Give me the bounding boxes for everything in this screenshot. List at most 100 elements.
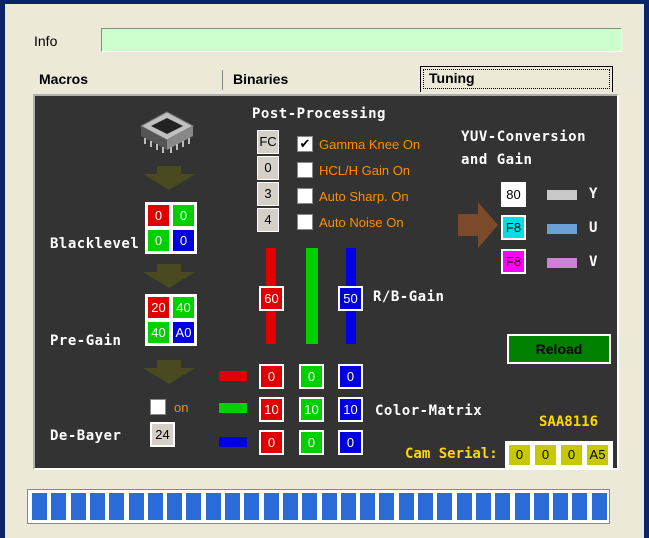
chip-icon: [139, 111, 195, 153]
progress-segment: [225, 493, 240, 520]
progress-segment: [572, 493, 588, 520]
pregain-g1[interactable]: 40: [171, 295, 196, 320]
gamma-knee-checkbox[interactable]: ✔: [297, 136, 313, 152]
tab-tuning[interactable]: Tuning: [420, 66, 613, 92]
progress-segment: [321, 493, 337, 520]
matrix-cell[interactable]: 10: [338, 397, 363, 422]
right-arrow-icon: [458, 202, 498, 248]
matrix-cell[interactable]: 0: [338, 430, 363, 455]
reload-button[interactable]: Reload: [507, 334, 611, 364]
blacklevel-b[interactable]: 0: [171, 228, 196, 253]
blacklevel-g2[interactable]: 0: [146, 228, 171, 253]
progress-segment: [89, 493, 105, 520]
pp-code-1[interactable]: 0: [257, 156, 279, 180]
cam-serial-byte[interactable]: 0: [533, 443, 558, 467]
progress-segment: [186, 493, 202, 520]
pp-code-3[interactable]: 4: [257, 208, 279, 232]
progress-segment: [302, 493, 318, 520]
matrix-cell[interactable]: 10: [299, 397, 324, 422]
tab-binaries-label: Binaries: [233, 71, 289, 87]
matrix-blue-indicator: [219, 437, 247, 447]
progress-segment: [340, 493, 356, 520]
gamma-knee-label: Gamma Knee On: [319, 137, 421, 152]
yuv-title-line1: YUV-Conversion: [461, 129, 587, 145]
progress-bar: [27, 489, 610, 524]
progress-segment: [32, 493, 47, 520]
pp-code-2[interactable]: 3: [257, 182, 279, 206]
progress-segment: [360, 493, 376, 520]
color-matrix-label: Color-Matrix: [375, 403, 483, 419]
pregain-label: Pre-Gain: [50, 333, 122, 349]
auto-sharp-checkbox[interactable]: [297, 188, 313, 204]
hcl-gain-checkbox[interactable]: [297, 162, 313, 178]
chip-model-label: SAA8116: [539, 414, 599, 430]
v-channel-swatch: [547, 258, 577, 268]
info-field[interactable]: [101, 28, 622, 52]
yuv-title-line2: and Gain: [461, 152, 533, 168]
pregain-r[interactable]: 20: [146, 295, 171, 320]
progress-segment: [533, 493, 549, 520]
progress-segment: [437, 493, 453, 520]
progress-segment: [456, 493, 472, 520]
tab-macros[interactable]: Macros: [31, 68, 221, 92]
progress-segment: [553, 493, 569, 520]
matrix-green-indicator: [219, 403, 247, 413]
auto-sharp-label: Auto Sharp. On: [319, 189, 409, 204]
blue-gain-value[interactable]: 50: [338, 286, 363, 311]
progress-segment: [70, 493, 86, 520]
cam-serial-byte[interactable]: A5: [585, 443, 610, 467]
pp-code-0[interactable]: FC: [257, 130, 279, 154]
rb-gain-label: R/B-Gain: [373, 289, 445, 305]
progress-segment: [205, 493, 221, 520]
progress-segment: [418, 493, 433, 520]
progress-segment: [244, 493, 260, 520]
tab-macros-label: Macros: [39, 71, 89, 87]
down-arrow-icon: [143, 264, 195, 288]
progress-segment: [51, 493, 67, 520]
progress-segment: [147, 493, 163, 520]
pregain-g2[interactable]: 40: [146, 320, 171, 345]
blacklevel-g1[interactable]: 0: [171, 203, 196, 228]
matrix-cell[interactable]: 10: [259, 397, 284, 422]
pregain-b[interactable]: A0: [171, 320, 196, 345]
cam-serial-label: Cam Serial:: [405, 446, 498, 462]
debayer-checkbox[interactable]: [150, 399, 166, 415]
progress-segment: [398, 493, 414, 520]
u-channel-label: U: [589, 220, 598, 236]
u-channel-swatch: [547, 224, 577, 234]
y-channel-label: Y: [589, 186, 598, 202]
cam-serial-byte[interactable]: 0: [559, 443, 584, 467]
y-channel-swatch: [547, 190, 577, 200]
yuv-v-value[interactable]: F8: [501, 249, 526, 274]
matrix-cell[interactable]: 0: [299, 364, 324, 389]
blacklevel-grid: 0 0 0 0: [145, 202, 197, 254]
postprocessing-title: Post-Processing: [252, 106, 386, 122]
red-gain-value[interactable]: 60: [259, 286, 284, 311]
progress-segment: [167, 493, 183, 520]
auto-noise-label: Auto Noise On: [319, 215, 404, 230]
debayer-on-label: on: [174, 400, 189, 415]
yuv-y-value[interactable]: 80: [501, 182, 526, 207]
matrix-cell[interactable]: 0: [259, 430, 284, 455]
progress-segment: [263, 493, 279, 520]
down-arrow-icon: [143, 166, 195, 190]
blacklevel-r[interactable]: 0: [146, 203, 171, 228]
yuv-u-value[interactable]: F8: [501, 215, 526, 240]
progress-segment: [109, 493, 125, 520]
matrix-cell[interactable]: 0: [299, 430, 324, 455]
debayer-value[interactable]: 24: [150, 422, 175, 447]
auto-noise-checkbox[interactable]: [297, 214, 313, 230]
v-channel-label: V: [589, 254, 598, 270]
blacklevel-label: Blacklevel: [50, 236, 140, 252]
progress-segment: [495, 493, 511, 520]
progress-segment: [128, 493, 144, 520]
progress-segment: [514, 493, 530, 520]
tab-tuning-label: Tuning: [429, 70, 475, 86]
matrix-cell[interactable]: 0: [259, 364, 284, 389]
info-label: Info: [34, 33, 58, 49]
tab-binaries[interactable]: Binaries: [225, 68, 415, 92]
tab-divider: [222, 70, 223, 90]
cam-serial-byte[interactable]: 0: [507, 443, 532, 467]
progress-segment: [591, 493, 607, 520]
matrix-cell[interactable]: 0: [338, 364, 363, 389]
